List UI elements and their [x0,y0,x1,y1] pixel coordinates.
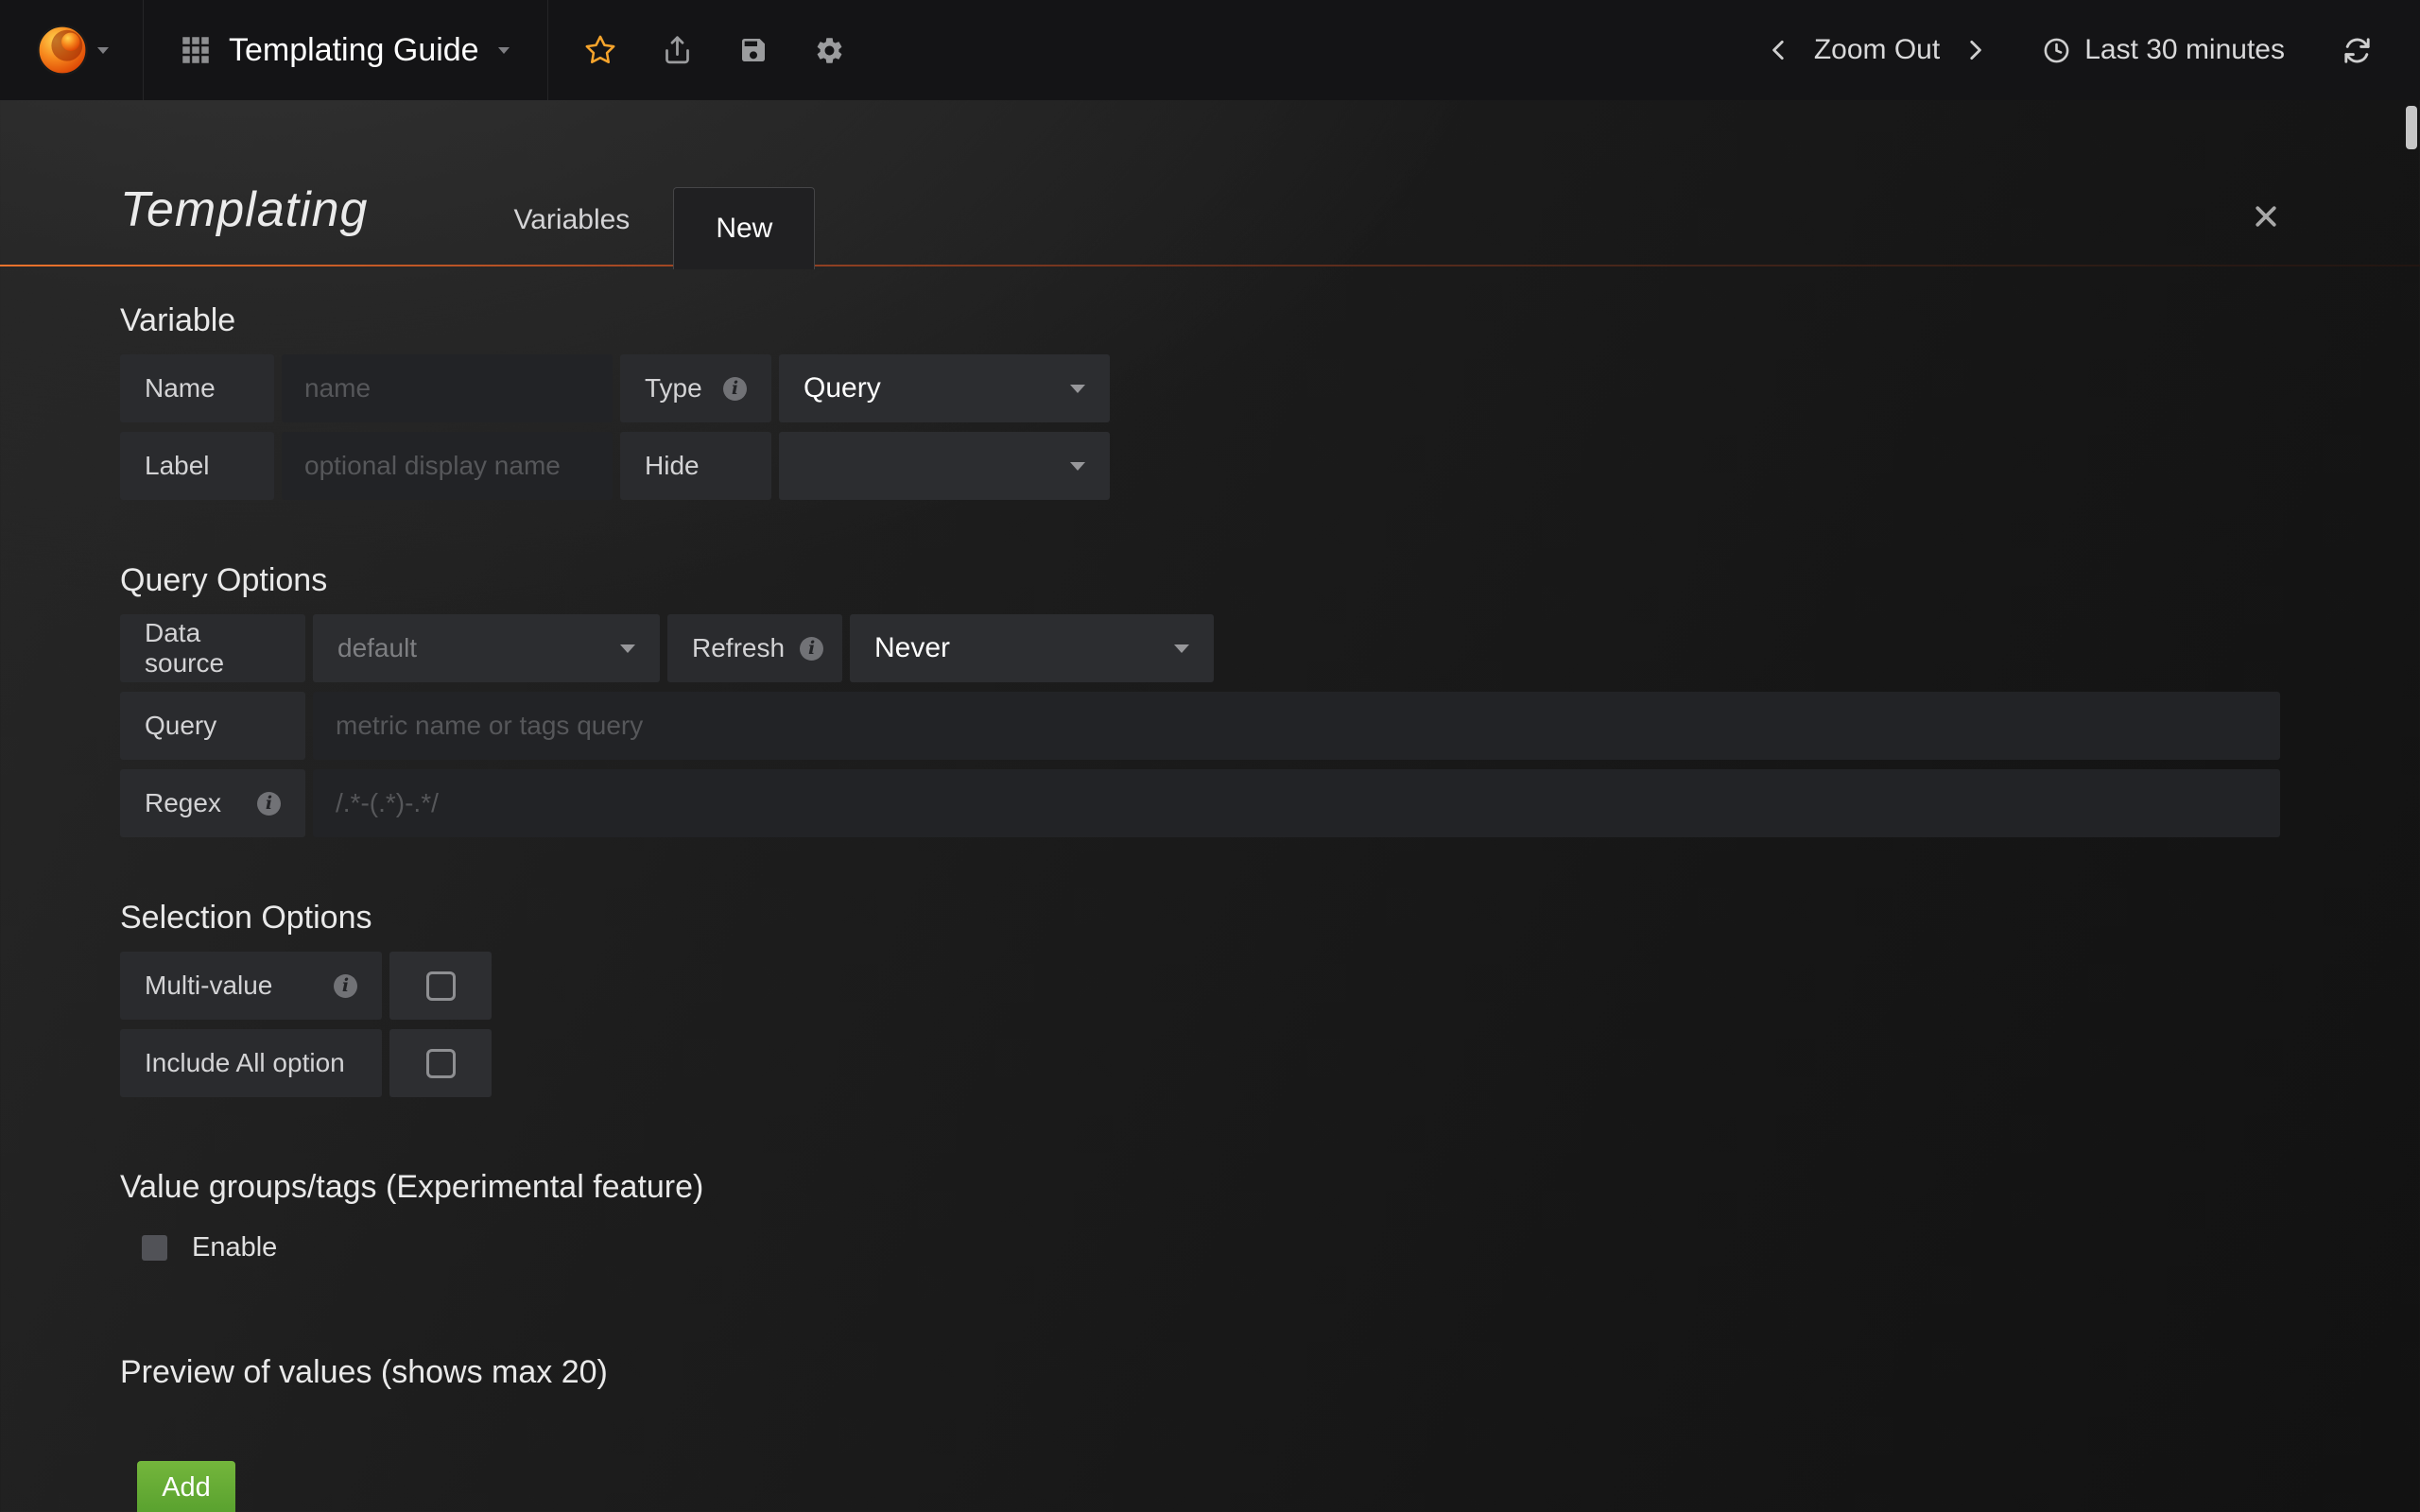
datasource-select-value: default [337,633,620,663]
checkbox-icon [426,971,456,1001]
logo-caret-icon [97,47,109,54]
type-info-icon[interactable]: i [723,377,747,401]
refresh-icon [2342,35,2373,66]
chevron-left-icon [1767,38,1791,62]
include-all-row: Include All option [120,1029,2280,1097]
include-all-checkbox[interactable] [389,1029,492,1097]
share-button[interactable] [639,35,716,66]
star-button[interactable] [562,34,639,66]
multi-value-checkbox[interactable] [389,952,492,1020]
clock-icon [2042,36,2071,65]
time-range-button[interactable]: Last 30 minutes [2042,34,2285,66]
chevron-right-icon [1962,38,1987,62]
regex-input[interactable] [313,769,2280,837]
save-icon [738,35,769,65]
settings-button[interactable] [791,35,868,66]
datasource-row: Data source default Refresh i Never [120,614,2280,682]
refresh-label: Refresh i [667,614,842,682]
query-row: Query [120,692,2280,760]
time-forward-button[interactable] [1962,38,1987,62]
selection-options-heading: Selection Options [120,900,2280,936]
scrollbar-thumb[interactable] [2406,106,2417,149]
tab-new[interactable]: New [673,187,815,269]
type-label: Type i [620,354,771,422]
close-icon [2252,202,2280,231]
chevron-down-icon [620,644,635,653]
variable-heading: Variable [120,302,2280,339]
enable-row: Enable [142,1232,2280,1263]
enable-label: Enable [192,1232,277,1263]
multi-value-row: Multi-value i [120,952,2280,1020]
enable-checkbox[interactable] [142,1235,167,1261]
value-groups-heading: Value groups/tags (Experimental feature) [120,1169,2280,1206]
gear-icon [814,35,845,66]
variable-name-row: Name Type i Query [120,354,2280,422]
datasource-label: Data source [120,614,305,682]
regex-label: Regex i [120,769,305,837]
share-icon [662,35,693,66]
query-input[interactable] [313,692,2280,760]
dashboard-grid-icon [182,36,210,64]
preview-heading: Preview of values (shows max 20) [120,1354,2280,1391]
regex-info-icon[interactable]: i [257,792,281,816]
label-input[interactable] [282,432,613,500]
variable-label-row: Label Hide [120,432,2280,500]
tab-variables[interactable]: Variables [470,204,673,266]
multi-value-info-icon[interactable]: i [334,974,357,998]
tabbed-header: Templating Variables New [120,100,2280,266]
tabs: Variables New [470,100,815,266]
label-label: Label [120,432,274,500]
hide-select[interactable] [779,432,1110,500]
query-options-heading: Query Options [120,562,2280,599]
refresh-button[interactable] [2342,35,2373,66]
refresh-select[interactable]: Never [850,614,1214,682]
chevron-down-icon [1174,644,1189,653]
datasource-select[interactable]: default [313,614,660,682]
time-back-button[interactable] [1767,38,1791,62]
dashboard-title-button[interactable]: Templating Guide [144,0,548,100]
query-label: Query [120,692,305,760]
type-select[interactable]: Query [779,354,1110,422]
grafana-logo-icon [35,23,90,77]
header-divider [0,265,2420,266]
time-range-label: Last 30 minutes [2084,34,2285,66]
page-title: Templating [120,181,368,266]
multi-value-label: Multi-value i [120,952,382,1020]
save-button[interactable] [716,35,791,65]
dashboard-title-caret-icon [498,47,510,54]
chevron-down-icon [1070,385,1085,393]
chevron-down-icon [1070,462,1085,471]
name-label: Name [120,354,274,422]
refresh-select-value: Never [874,632,1174,664]
templating-editor: Templating Variables New Variable Name T… [0,100,2420,1512]
regex-row: Regex i [120,769,2280,837]
checkbox-icon [426,1049,456,1078]
include-all-label: Include All option [120,1029,382,1097]
star-icon [584,34,616,66]
refresh-info-icon[interactable]: i [800,637,823,661]
navbar-actions [548,0,868,100]
hide-label: Hide [620,432,771,500]
navbar: Templating Guide [0,0,2420,100]
close-button[interactable] [2252,202,2280,231]
zoom-out-button[interactable]: Zoom Out [1814,34,1940,66]
navbar-time-controls: Zoom Out Last 30 minutes [1767,0,2420,100]
add-button[interactable]: Add [137,1461,235,1512]
grafana-logo-button[interactable] [0,0,144,100]
dashboard-title: Templating Guide [229,32,479,69]
name-input[interactable] [282,354,613,422]
type-select-value: Query [804,372,1070,404]
